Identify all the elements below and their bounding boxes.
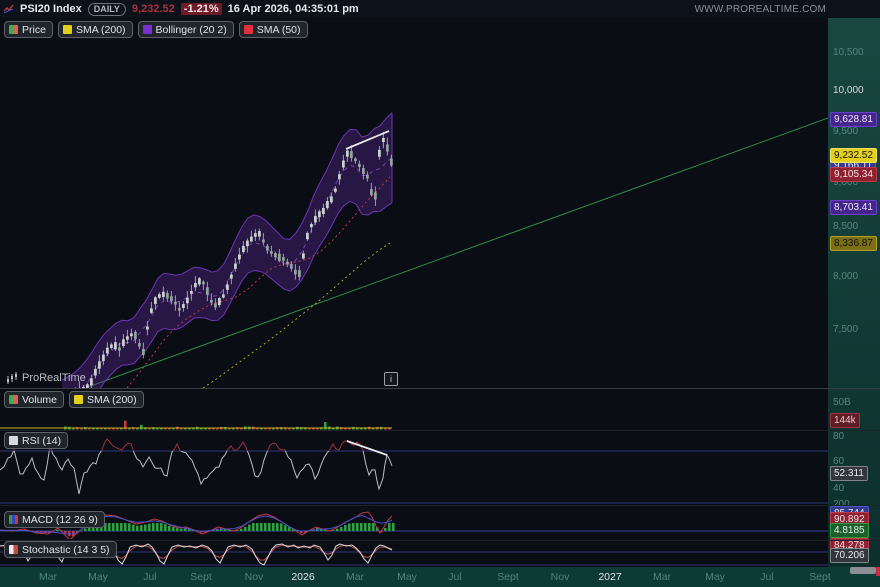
legend-macd-label: MACD (12 26 9) — [22, 514, 98, 526]
prorealtime-chart-window: PSI20 Index DAILY 9,232.52 -1.21% 16 Apr… — [0, 0, 880, 587]
price-legend-row: Price SMA (200) Bollinger (20 2) SMA (50… — [4, 21, 308, 38]
legend-volume-sma200[interactable]: SMA (200) — [69, 391, 144, 408]
chart-canvas[interactable] — [0, 0, 880, 587]
macd-swatch-icon — [9, 515, 18, 524]
legend-stochastic[interactable]: Stochastic (14 3 5) — [4, 541, 117, 558]
legend-bollinger-label: Bollinger (20 2) — [156, 24, 227, 36]
legend-volume-label: Volume — [22, 394, 57, 406]
sma200-swatch-icon — [63, 25, 72, 34]
bollinger-swatch-icon — [143, 25, 152, 34]
macd-legend-row: MACD (12 26 9) — [4, 511, 105, 528]
legend-sma200[interactable]: SMA (200) — [58, 21, 133, 38]
legend-price-label: Price — [22, 24, 46, 36]
watermark-label: ProRealTime — [22, 372, 86, 384]
legend-price[interactable]: Price — [4, 21, 53, 38]
sma50-swatch-icon — [244, 25, 253, 34]
legend-rsi-label: RSI (14) — [22, 435, 61, 447]
scroll-to-end-marker[interactable] — [876, 567, 880, 576]
price-swatch-icon — [9, 25, 18, 34]
info-button[interactable]: i — [384, 372, 398, 386]
volume-sma200-swatch-icon — [74, 395, 83, 404]
legend-sma50-label: SMA (50) — [257, 24, 301, 36]
volume-swatch-icon — [9, 395, 18, 404]
stochastic-legend-row: Stochastic (14 3 5) — [4, 541, 117, 558]
watermark-candles-icon — [6, 372, 18, 384]
legend-sma50[interactable]: SMA (50) — [239, 21, 308, 38]
volume-legend-row: Volume SMA (200) — [4, 391, 144, 408]
legend-rsi[interactable]: RSI (14) — [4, 432, 68, 449]
time-scrollbar-thumb[interactable] — [850, 567, 876, 574]
legend-macd[interactable]: MACD (12 26 9) — [4, 511, 105, 528]
legend-volume[interactable]: Volume — [4, 391, 64, 408]
stochastic-swatch-icon — [9, 545, 18, 554]
legend-bollinger[interactable]: Bollinger (20 2) — [138, 21, 234, 38]
prorealtime-watermark: ProRealTime — [6, 372, 86, 384]
legend-stochastic-label: Stochastic (14 3 5) — [22, 544, 110, 556]
legend-volume-sma200-label: SMA (200) — [87, 394, 137, 406]
legend-sma200-label: SMA (200) — [76, 24, 126, 36]
rsi-swatch-icon — [9, 436, 18, 445]
rsi-legend-row: RSI (14) — [4, 432, 68, 449]
